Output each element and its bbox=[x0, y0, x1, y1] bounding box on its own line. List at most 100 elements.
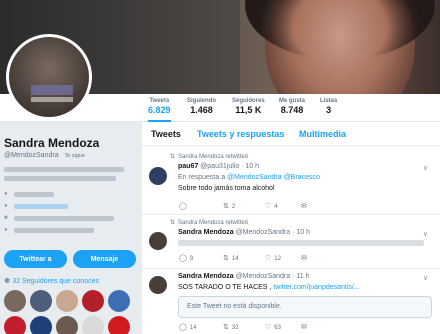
stat-value: 3 bbox=[326, 105, 332, 115]
tweet-author-name[interactable]: pau67 bbox=[178, 163, 198, 170]
tweet-author-name[interactable]: Sandra Mendoza bbox=[178, 229, 234, 236]
envelope-icon: ✉ bbox=[301, 203, 307, 210]
tweet-item[interactable]: ⇅ Sandra Mendoza retwitteó Sandra Mendoza… bbox=[142, 216, 440, 269]
known-followers-label: 32 Seguidores que conoces bbox=[12, 278, 100, 285]
profile-bio-redacted bbox=[4, 167, 124, 172]
envelope-icon: ✉ bbox=[301, 255, 307, 262]
retweet-count: 32 bbox=[231, 325, 239, 331]
retweet-icon: ⇅ bbox=[223, 255, 229, 262]
stat-tweets[interactable]: Tweets 6.829 bbox=[148, 98, 171, 122]
tweet-text: Sobre todo jamás toma alcohol bbox=[178, 185, 275, 192]
stat-value: 6.829 bbox=[148, 105, 171, 115]
profile-joined-redacted bbox=[14, 215, 114, 221]
reply-button[interactable]: ◯ 14 bbox=[179, 323, 197, 331]
stat-label: Seguidores bbox=[232, 98, 265, 104]
retweet-context: ⇅ Sandra Mendoza retwitteó bbox=[170, 219, 248, 226]
retweet-button[interactable]: ⇅ 14 bbox=[223, 254, 239, 262]
direct-message-button[interactable]: ✉ bbox=[301, 202, 310, 210]
tweet-author-handle[interactable]: @MendozSandra · 11 h bbox=[236, 273, 310, 280]
like-count: 63 bbox=[274, 325, 281, 331]
profile-name[interactable]: Sandra Mendoza bbox=[4, 136, 136, 150]
reply-button[interactable]: ◯ bbox=[179, 202, 190, 210]
stat-following[interactable]: Siguiendo 1.468 bbox=[187, 98, 216, 115]
retweet-button[interactable]: ⇅ 2 bbox=[223, 202, 235, 210]
balloon-icon: ● bbox=[4, 227, 8, 233]
like-button[interactable]: ♡ 12 bbox=[265, 254, 281, 262]
like-count: 4 bbox=[274, 204, 278, 210]
retweet-icon: ⇅ bbox=[170, 154, 176, 160]
message-button[interactable]: Mensaje bbox=[73, 250, 136, 268]
follower-avatar[interactable] bbox=[30, 290, 52, 312]
retweet-context-label: Sandra Mendoza retwitteó bbox=[178, 154, 249, 160]
retweet-button[interactable]: ⇅ 32 bbox=[223, 323, 239, 331]
chevron-down-icon[interactable]: ∨ bbox=[423, 164, 428, 172]
tweet-text-row: SOS TARADO O TE HACES , twitter.com/juan… bbox=[178, 284, 360, 291]
heart-icon: ♡ bbox=[265, 324, 272, 331]
timeline-panel: Tweets Tweets y respuestas Multimedia ⇅ S… bbox=[142, 122, 440, 334]
tweet-text: SOS TARADO O TE HACES , bbox=[178, 284, 272, 291]
profile-action-buttons: Twittear a Mensaje bbox=[4, 250, 136, 268]
stat-value: 8.748 bbox=[280, 105, 304, 115]
tweet-item[interactable]: Sandra Mendoza @MendozSandra · 11 h ∨ SO… bbox=[142, 270, 440, 334]
tweet-link[interactable]: twitter.com/juanpdesantis/... bbox=[273, 284, 359, 291]
reply-icon: ◯ bbox=[179, 203, 187, 210]
like-button[interactable]: ♡ 63 bbox=[265, 323, 281, 331]
profile-handle-row: @MendozSandra Te sigue bbox=[4, 152, 136, 160]
profile-link-row: ● bbox=[4, 203, 136, 209]
direct-message-button[interactable]: ✉ bbox=[301, 323, 310, 331]
reply-count: 9 bbox=[189, 256, 194, 262]
tweet-author-avatar[interactable] bbox=[149, 167, 167, 185]
stat-value: 1.468 bbox=[190, 105, 213, 115]
tweet-to-button[interactable]: Twittear a bbox=[4, 250, 67, 268]
heart-icon: ♡ bbox=[265, 203, 272, 210]
tab-tweets[interactable]: Tweets bbox=[151, 129, 181, 139]
tweet-item[interactable]: ⇅ Sandra Mendoza retwitteó pau67 @pau31ju… bbox=[142, 147, 440, 215]
profile-handle[interactable]: @MendozSandra bbox=[4, 152, 59, 159]
stat-followers[interactable]: Seguidores 11,5 K bbox=[232, 98, 265, 115]
follower-avatar[interactable] bbox=[4, 316, 26, 334]
tab-media[interactable]: Multimedia bbox=[299, 129, 346, 139]
stat-lists[interactable]: Listas 3 bbox=[320, 98, 337, 115]
known-followers-link[interactable]: ⚈ 32 Seguidores que conoces bbox=[4, 277, 99, 285]
tweet-author-avatar[interactable] bbox=[149, 276, 167, 294]
tab-tweets-and-replies[interactable]: Tweets y respuestas bbox=[197, 129, 284, 139]
direct-message-button[interactable]: ✉ bbox=[301, 254, 310, 262]
follower-avatar[interactable] bbox=[56, 316, 78, 334]
chevron-down-icon[interactable]: ∨ bbox=[423, 274, 428, 282]
follows-you-badge: Te sigue bbox=[62, 152, 88, 160]
reply-icon: ◯ bbox=[179, 324, 187, 331]
tweet-author-handle[interactable]: @pau31julio · 10 h bbox=[200, 163, 259, 170]
profile-location-redacted bbox=[14, 191, 54, 197]
stat-label: Me gusta bbox=[279, 98, 306, 104]
profile-birthday-row: ● bbox=[4, 227, 136, 233]
people-icon: ⚈ bbox=[4, 278, 11, 285]
follower-avatar[interactable] bbox=[4, 290, 26, 312]
retweet-icon: ⇅ bbox=[223, 203, 229, 210]
profile-avatar[interactable] bbox=[6, 34, 92, 120]
follower-avatar[interactable] bbox=[82, 316, 104, 334]
avatar-caption-bar bbox=[31, 85, 73, 95]
follower-avatar[interactable] bbox=[108, 290, 130, 312]
follower-avatar[interactable] bbox=[56, 290, 78, 312]
retweet-count: 14 bbox=[231, 256, 239, 262]
tweet-header: Sandra Mendoza @MendozSandra · 11 h bbox=[178, 273, 310, 280]
envelope-icon: ✉ bbox=[301, 324, 307, 331]
reply-mentions[interactable]: @MendozSandra @Bracesco bbox=[227, 174, 320, 181]
reply-button[interactable]: ◯ 9 bbox=[179, 254, 193, 262]
chevron-down-icon[interactable]: ∨ bbox=[423, 230, 428, 238]
link-icon: ● bbox=[4, 203, 8, 209]
profile-birthday-redacted bbox=[14, 227, 94, 233]
like-button[interactable]: ♡ 4 bbox=[265, 202, 278, 210]
follower-avatar[interactable] bbox=[108, 316, 130, 334]
stat-likes[interactable]: Me gusta 8.748 bbox=[279, 98, 305, 115]
follower-avatar[interactable] bbox=[82, 290, 104, 312]
profile-card: Sandra Mendoza @MendozSandra Te sigue ● … bbox=[4, 136, 136, 233]
profile-link-redacted[interactable] bbox=[14, 203, 68, 209]
follower-avatar[interactable] bbox=[30, 316, 52, 334]
calendar-icon: ■ bbox=[4, 215, 8, 221]
retweet-icon: ⇅ bbox=[223, 324, 229, 331]
tweet-author-name[interactable]: Sandra Mendoza bbox=[178, 273, 234, 280]
tweet-author-avatar[interactable] bbox=[149, 232, 167, 250]
location-icon: ● bbox=[4, 191, 8, 197]
tweet-author-handle[interactable]: @MendozSandra · 10 h bbox=[236, 229, 310, 236]
